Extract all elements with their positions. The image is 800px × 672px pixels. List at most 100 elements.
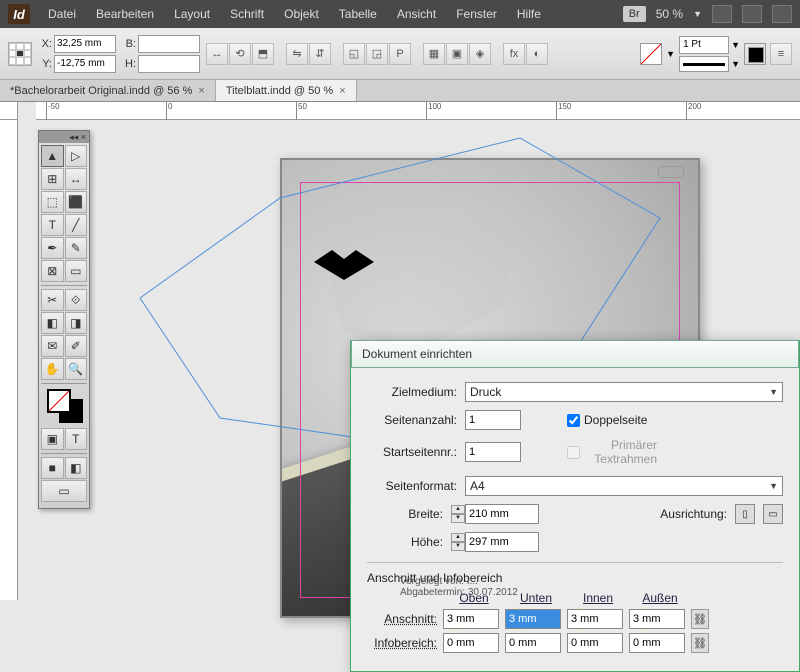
gradient-feather-tool[interactable]: ◨ — [65, 312, 88, 334]
menu-bearbeiten[interactable]: Bearbeiten — [88, 7, 162, 21]
formatting-container-icon[interactable]: ▣ — [41, 428, 64, 450]
selection-tool[interactable]: ▲ — [41, 145, 64, 167]
menu-ansicht[interactable]: Ansicht — [389, 7, 444, 21]
line-tool[interactable]: ╱ — [65, 214, 88, 236]
intent-select[interactable]: Druck▼ — [465, 382, 783, 402]
height-spinner[interactable]: ▲▼ — [451, 533, 465, 551]
gradient-swatch-tool[interactable]: ◧ — [41, 312, 64, 334]
primary-text-frame-checkbox[interactable]: Primärer Textrahmen — [567, 438, 657, 466]
content-placer-tool[interactable]: ⬛ — [65, 191, 88, 213]
bleed-outside-input[interactable] — [629, 609, 685, 629]
content-collector-tool[interactable]: ⬚ — [41, 191, 64, 213]
tab-titelblatt[interactable]: Titelblatt.indd @ 50 % × — [216, 80, 357, 101]
bleed-inside-input[interactable] — [567, 609, 623, 629]
fill-dropdown-icon[interactable]: ▼ — [666, 49, 675, 59]
height-input[interactable] — [465, 532, 539, 552]
zoom-tool[interactable]: 🔍 — [65, 358, 88, 380]
fill-stroke-swatch[interactable] — [41, 387, 87, 427]
control-menu-icon[interactable]: ≡ — [770, 43, 792, 65]
orientation-landscape[interactable]: ▭ — [763, 504, 783, 524]
start-page-input[interactable] — [465, 442, 521, 462]
close-icon[interactable]: × — [198, 85, 204, 97]
page-tool[interactable]: ⊞ — [41, 168, 64, 190]
note-tool[interactable]: ✉ — [41, 335, 64, 357]
close-icon[interactable]: × — [339, 85, 345, 97]
menu-layout[interactable]: Layout — [166, 7, 218, 21]
flip-v-icon[interactable]: ⇵ — [309, 43, 331, 65]
apply-color-icon[interactable]: ■ — [41, 457, 64, 479]
pages-input[interactable] — [465, 410, 521, 430]
ruler-horizontal[interactable]: -50 0 50 100 150 200 250 — [36, 102, 800, 120]
scale-x-icon[interactable]: ↔ — [206, 43, 228, 65]
y-input[interactable] — [54, 55, 116, 73]
page-format-select[interactable]: A4▼ — [465, 476, 783, 496]
screen-mode-icon[interactable] — [742, 5, 762, 23]
pen-tool[interactable]: ✒ — [41, 237, 64, 259]
slug-link-icon[interactable]: ⛓ — [691, 633, 709, 653]
center-content-icon[interactable]: ◈ — [469, 43, 491, 65]
w-input[interactable] — [138, 35, 200, 53]
free-transform-tool[interactable]: ⟐ — [65, 289, 88, 311]
menu-hilfe[interactable]: Hilfe — [509, 7, 549, 21]
p-icon[interactable]: P — [389, 43, 411, 65]
menu-tabelle[interactable]: Tabelle — [331, 7, 385, 21]
tools-panel-header[interactable]: ◂◂ × — [39, 131, 89, 143]
x-input[interactable] — [54, 35, 116, 53]
y-label: Y: — [38, 58, 52, 70]
drop-shadow-icon[interactable]: fx — [503, 43, 525, 65]
hand-tool[interactable]: ✋ — [41, 358, 64, 380]
slug-bottom-input[interactable] — [505, 633, 561, 653]
orientation-portrait[interactable]: ▯ — [735, 504, 755, 524]
dialog-title[interactable]: Dokument einrichten — [351, 340, 799, 368]
format-value: A4 — [470, 479, 485, 493]
bridge-button[interactable]: Br — [623, 6, 646, 22]
scissors-tool[interactable]: ✂ — [41, 289, 64, 311]
bleed-top-input[interactable] — [443, 609, 499, 629]
width-input[interactable] — [465, 504, 539, 524]
ruler-vertical[interactable] — [0, 120, 18, 600]
stroke-swatch[interactable] — [744, 43, 766, 65]
stroke-dropdown-icon[interactable]: ▼ — [731, 40, 740, 50]
arrange-docs-icon[interactable] — [772, 5, 792, 23]
fit-frame-icon[interactable]: ▦ — [423, 43, 445, 65]
slug-inside-input[interactable] — [567, 633, 623, 653]
stroke-weight-input[interactable] — [679, 36, 729, 54]
select-container-icon[interactable]: ◱ — [343, 43, 365, 65]
width-spinner[interactable]: ▲▼ — [451, 505, 465, 523]
screen-mode-tool[interactable]: ▭ — [41, 480, 87, 502]
stroke-style-dropdown-icon[interactable]: ▼ — [731, 59, 740, 69]
menu-datei[interactable]: Datei — [40, 7, 84, 21]
zoom-level[interactable]: 50 % — [656, 7, 683, 21]
slug-top-input[interactable] — [443, 633, 499, 653]
reference-point[interactable] — [8, 42, 32, 66]
fill-swatch[interactable] — [640, 43, 662, 65]
apply-gradient-icon[interactable]: ◧ — [65, 457, 88, 479]
rectangle-frame-tool[interactable]: ⊠ — [41, 260, 64, 282]
zoom-dropdown-icon[interactable]: ▼ — [693, 9, 702, 19]
slug-outside-input[interactable] — [629, 633, 685, 653]
formatting-text-icon[interactable]: T — [65, 428, 88, 450]
type-tool[interactable]: T — [41, 214, 64, 236]
shear-icon[interactable]: ⬒ — [252, 43, 274, 65]
bleed-link-icon[interactable]: ⛓ — [691, 609, 709, 629]
eyedropper-tool[interactable]: ✐ — [65, 335, 88, 357]
rectangle-tool[interactable]: ▭ — [65, 260, 88, 282]
canvas[interactable]: ◂◂ × ▲ ▷ ⊞ ↔ ⬚ ⬛ T ╱ ✒ ✎ ⊠ ▭ ✂ ⟐ ◧ ◨ ✉ ✐… — [0, 120, 800, 600]
tab-bachelorarbeit[interactable]: *Bachelorarbeit Original.indd @ 56 % × — [0, 80, 216, 101]
stroke-style[interactable] — [679, 56, 729, 72]
direct-selection-tool[interactable]: ▷ — [65, 145, 88, 167]
bleed-bottom-input[interactable] — [505, 609, 561, 629]
facing-pages-checkbox[interactable]: Doppelseite — [567, 413, 657, 427]
view-options-icon[interactable] — [712, 5, 732, 23]
menu-objekt[interactable]: Objekt — [276, 7, 327, 21]
menu-schrift[interactable]: Schrift — [222, 7, 272, 21]
rotate-icon[interactable]: ⟲ — [229, 43, 251, 65]
opacity-icon[interactable]: ◐ — [526, 43, 548, 65]
select-content-icon[interactable]: ◲ — [366, 43, 388, 65]
menu-fenster[interactable]: Fenster — [448, 7, 505, 21]
fit-content-icon[interactable]: ▣ — [446, 43, 468, 65]
flip-h-icon[interactable]: ⇋ — [286, 43, 308, 65]
gap-tool[interactable]: ↔ — [65, 168, 88, 190]
pencil-tool[interactable]: ✎ — [65, 237, 88, 259]
h-input[interactable] — [138, 55, 200, 73]
